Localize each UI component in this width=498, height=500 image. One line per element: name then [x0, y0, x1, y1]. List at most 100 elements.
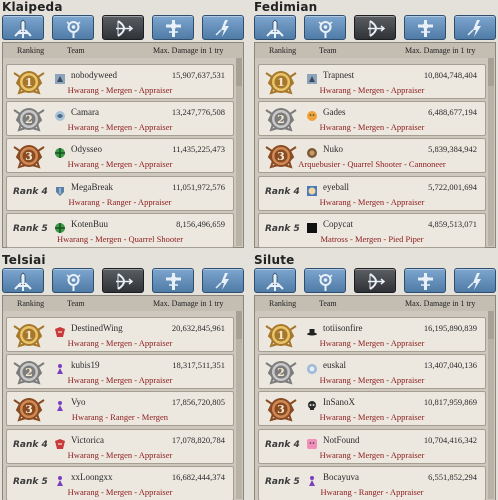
team-name[interactable]: Camara: [71, 107, 99, 117]
ranking-row[interactable]: Rank 4 NotFound 10,704,416,342 Hwarang - Me…: [258, 429, 486, 464]
class-tabs: [254, 268, 496, 294]
team-jobs: Hwarang - Ranger - Mergen: [71, 412, 169, 422]
class-tab-2[interactable]: [102, 15, 144, 40]
class-tab-1[interactable]: [52, 15, 94, 40]
green-cross-emblem-icon: [54, 144, 66, 158]
server-title: Telsiai: [2, 253, 46, 267]
class-tab-0[interactable]: [254, 268, 296, 293]
class-tab-3[interactable]: [152, 15, 194, 40]
team-name[interactable]: Victorica: [71, 435, 104, 445]
ranking-row[interactable]: Rank 5 Copycat 4,859,513,071 Matross - Merg…: [258, 213, 486, 248]
ranking-row[interactable]: Rank 4 eyeball 5,722,001,694 Hwarang - Merg…: [258, 176, 486, 211]
class-tab-1[interactable]: [304, 15, 346, 40]
max-damage: 6,551,852,294: [428, 472, 477, 482]
purple-figure-emblem-icon: [54, 397, 66, 411]
class-tab-0[interactable]: [254, 15, 296, 40]
ranking-row[interactable]: 3 Nuko 5,839,384,942 Arquebusier - Quarrel …: [258, 138, 486, 173]
scrollbar-thumb[interactable]: [488, 311, 494, 339]
ranking-row[interactable]: Rank 5 KotenBuu 8,156,496,659 Hwarang - Mer…: [6, 213, 234, 248]
rank-label: Rank 5: [265, 477, 300, 487]
class-tab-3[interactable]: [404, 15, 446, 40]
shield-emblem-icon: [54, 182, 66, 196]
ranking-row[interactable]: 3 InSanoX 10,817,959,869 Hwarang - Mergen -…: [258, 391, 486, 426]
wolf-emblem-icon: [306, 70, 318, 84]
class-tab-2[interactable]: [354, 15, 396, 40]
team-name[interactable]: eyeball: [323, 182, 349, 192]
ranking-row[interactable]: Rank 5 xxLoongxx 16,682,444,374 Hwarang - M…: [6, 466, 234, 500]
ranking-row[interactable]: 2 kubis19 18,317,511,351 Hwarang - Mergen -…: [6, 354, 234, 389]
archer-class-icon: [368, 20, 386, 37]
ranking-row[interactable]: Rank 5 Bocayuva 6,551,852,294 Hwarang - Ran…: [258, 466, 486, 500]
team-name[interactable]: euskal: [323, 360, 346, 370]
team-name[interactable]: kubis19: [71, 360, 100, 370]
wolf-emblem-icon: [54, 70, 66, 84]
table-header: Ranking Team Max. Damage in 1 try: [3, 43, 243, 58]
team-name[interactable]: Bocayuva: [323, 472, 359, 482]
ranking-row[interactable]: 1 nobodyweed 15,907,637,531 Hwarang - Merge…: [6, 64, 234, 99]
team-jobs: Hwarang - Mergen - Appraiser: [67, 450, 173, 460]
header-team: Team: [67, 299, 85, 308]
ranking-table: Ranking Team Max. Damage in 1 try 1 Trapnest…: [254, 42, 496, 248]
team-name[interactable]: NotFound: [323, 435, 360, 445]
scrollbar[interactable]: [488, 311, 494, 499]
team-jobs: Matross - Mergen - Pied Piper: [320, 234, 424, 244]
swirl-emblem-icon: [54, 107, 66, 121]
max-damage: 13,247,776,508: [171, 107, 225, 117]
scrollbar[interactable]: [488, 58, 494, 246]
ranking-row[interactable]: 2 Gades 6,488,677,194 Hwarang - Mergen - Ap…: [258, 101, 486, 136]
class-tab-0[interactable]: [2, 268, 44, 293]
ranking-row[interactable]: Rank 4 Victorica 17,078,820,784 Hwarang - M…: [6, 429, 234, 464]
class-tab-3[interactable]: [404, 268, 446, 293]
ranking-row[interactable]: Rank 4 MegaBreak 11,051,972,576 Hwarang - R…: [6, 176, 234, 211]
scrollbar-thumb[interactable]: [236, 58, 242, 86]
server-panel-2: Telsiai Ranking Team Max. Damage in 1 try 1 D…: [0, 253, 244, 500]
team-name[interactable]: Copycat: [323, 219, 353, 229]
max-damage: 17,078,820,784: [171, 435, 225, 445]
class-tab-1[interactable]: [52, 268, 94, 293]
class-tab-3[interactable]: [152, 268, 194, 293]
team-name[interactable]: Vyo: [71, 397, 86, 407]
team-name[interactable]: Nuko: [323, 144, 343, 154]
class-tab-4[interactable]: [202, 15, 244, 40]
ranking-row[interactable]: 1 DestinedWing 20,632,845,961 Hwarang - Mer…: [6, 317, 234, 352]
scrollbar[interactable]: [236, 58, 242, 246]
team-name[interactable]: nobodyweed: [71, 70, 117, 80]
team-jobs: Hwarang - Ranger - Appraiser: [320, 487, 424, 497]
ranking-row[interactable]: 1 Trapnest 10,804,748,404 Hwarang - Mergen …: [258, 64, 486, 99]
cleric-class-icon: [166, 20, 181, 37]
wizard-class-icon: [66, 274, 81, 291]
ranking-row[interactable]: 2 euskal 13,407,040,136 Hwarang - Mergen - …: [258, 354, 486, 389]
scrollbar-thumb[interactable]: [236, 311, 242, 339]
rank-label: Rank 4: [13, 440, 48, 450]
team-name[interactable]: MegaBreak: [71, 182, 113, 192]
ranking-table: Ranking Team Max. Damage in 1 try 1 nobodywe…: [2, 42, 244, 248]
team-name[interactable]: totiisonfire: [323, 323, 363, 333]
class-tab-2[interactable]: [354, 268, 396, 293]
class-tab-4[interactable]: [454, 268, 496, 293]
archer-class-icon: [116, 273, 134, 290]
team-name[interactable]: Trapnest: [323, 70, 354, 80]
scrollbar-thumb[interactable]: [488, 58, 494, 86]
class-tab-1[interactable]: [304, 268, 346, 293]
ranking-row[interactable]: 3 Vyo 17,856,720,805 Hwarang - Ranger - Mer…: [6, 391, 234, 426]
team-name[interactable]: Odysseo: [71, 144, 102, 154]
ranking-row[interactable]: 2 Camara 13,247,776,508 Hwarang - Mergen - …: [6, 101, 234, 136]
max-damage: 18,317,511,351: [172, 360, 225, 370]
class-tab-2[interactable]: [102, 268, 144, 293]
class-tab-0[interactable]: [2, 15, 44, 40]
header-ranking: Ranking: [17, 299, 45, 308]
header-damage: Max. Damage in 1 try: [405, 46, 476, 55]
header-team: Team: [67, 46, 85, 55]
header-damage: Max. Damage in 1 try: [153, 46, 224, 55]
team-name[interactable]: xxLoongxx: [71, 472, 113, 482]
team-name[interactable]: KotenBuu: [71, 219, 108, 229]
class-tab-4[interactable]: [454, 15, 496, 40]
class-tab-4[interactable]: [202, 268, 244, 293]
team-name[interactable]: Gades: [323, 107, 346, 117]
team-name[interactable]: DestinedWing: [71, 323, 123, 333]
scrollbar[interactable]: [236, 311, 242, 499]
green-cross-emblem-icon: [54, 219, 66, 233]
team-name[interactable]: InSanoX: [323, 397, 355, 407]
ranking-row[interactable]: 3 Odysseo 11,435,225,473 Hwarang - Mergen -…: [6, 138, 234, 173]
ranking-row[interactable]: 1 totiisonfire 16,195,890,839 Hwarang - Mer…: [258, 317, 486, 352]
